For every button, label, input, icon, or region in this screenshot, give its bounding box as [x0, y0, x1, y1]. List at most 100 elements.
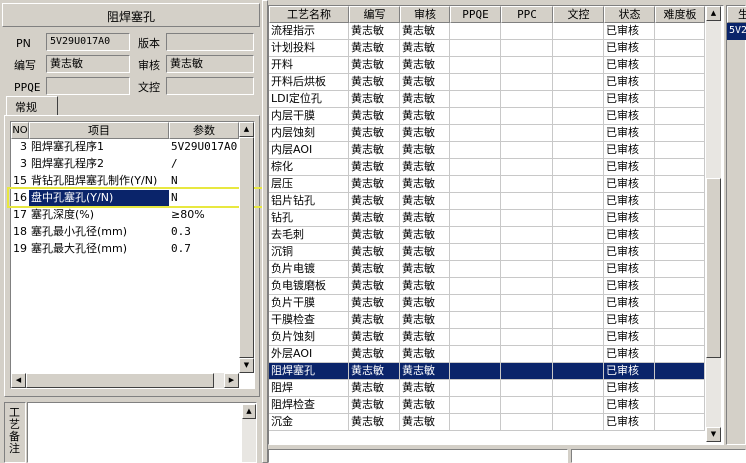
- process-vscroll-thumb[interactable]: [706, 178, 721, 358]
- remark-label-box: 工艺备注: [4, 402, 26, 463]
- table-row[interactable]: 阻焊检查 黄志敏 黄志敏 已审核: [269, 397, 705, 414]
- table-row[interactable]: 内层蚀刻 黄志敏 黄志敏 已审核: [269, 125, 705, 142]
- col-editor[interactable]: 编写: [349, 6, 400, 23]
- scroll-down-icon[interactable]: ▼: [706, 427, 721, 442]
- remark-textarea[interactable]: [27, 402, 257, 463]
- table-row[interactable]: 层压 黄志敏 黄志敏 已审核: [269, 176, 705, 193]
- table-row[interactable]: LDI定位孔 黄志敏 黄志敏 已审核: [269, 91, 705, 108]
- table-row[interactable]: 内层干膜 黄志敏 黄志敏 已审核: [269, 108, 705, 125]
- table-row[interactable]: 阻焊 黄志敏 黄志敏 已审核: [269, 380, 705, 397]
- cell-difficulty: [655, 380, 705, 397]
- param-value: 0.7: [171, 242, 191, 255]
- cell-editor: 黄志敏: [349, 363, 400, 380]
- table-row[interactable]: 沉金 黄志敏 黄志敏 已审核: [269, 414, 705, 431]
- col-status[interactable]: 状态: [604, 6, 655, 23]
- table-row[interactable]: 3 阻焊塞孔程序2 /: [11, 156, 239, 173]
- pn-field[interactable]: 5V29U017A0: [46, 33, 130, 51]
- table-row[interactable]: 计划投料 黄志敏 黄志敏 已审核: [269, 40, 705, 57]
- col-process-name[interactable]: 工艺名称: [269, 6, 349, 23]
- param-no: 3: [20, 140, 27, 153]
- cell-reviewer: 黄志敏: [400, 74, 450, 91]
- cell-ppc: [501, 261, 553, 278]
- table-row[interactable]: 17 塞孔深度(%) ≥80%: [11, 207, 239, 224]
- left-panel: 阻焊塞孔 PN 5V29U017A0 版本 编写 黄志敏 审核 黄志敏 PPQE…: [0, 0, 277, 463]
- col-reviewer[interactable]: 审核: [400, 6, 450, 23]
- scroll-up-icon[interactable]: ▲: [706, 6, 721, 21]
- editor-field[interactable]: 黄志敏: [46, 55, 130, 73]
- table-row[interactable]: 负片蚀刻 黄志敏 黄志敏 已审核: [269, 329, 705, 346]
- param-hscroll-thumb[interactable]: [26, 373, 214, 388]
- table-row[interactable]: 去毛刺 黄志敏 黄志敏 已审核: [269, 227, 705, 244]
- scroll-up-icon[interactable]: ▲: [242, 404, 256, 419]
- cell-editor: 黄志敏: [349, 74, 400, 91]
- cell-process-name: 铝片钻孔: [269, 193, 349, 210]
- table-row[interactable]: 18 塞孔最小孔径(mm) 0.3: [11, 224, 239, 241]
- table-row[interactable]: 内层AOI 黄志敏 黄志敏 已审核: [269, 142, 705, 159]
- cell-ppqe: [450, 397, 501, 414]
- param-col-item[interactable]: 项目: [29, 122, 169, 139]
- cell-ppqe: [450, 91, 501, 108]
- bottom-input-left[interactable]: [268, 449, 568, 463]
- editor-label: 编写: [14, 59, 36, 72]
- scroll-right-icon[interactable]: ▶: [224, 373, 239, 388]
- table-row[interactable]: 开料 黄志敏 黄志敏 已审核: [269, 57, 705, 74]
- bottom-input-right[interactable]: [571, 449, 746, 463]
- cell-ppqe: [450, 346, 501, 363]
- table-row[interactable]: 3 阻焊塞孔程序1 5V29U017A0.CV: [11, 139, 239, 156]
- cell-ppqe: [450, 193, 501, 210]
- cell-difficulty: [655, 176, 705, 193]
- cell-doc-control: [553, 40, 604, 57]
- scroll-down-icon[interactable]: ▼: [239, 358, 254, 373]
- cell-doc-control: [553, 363, 604, 380]
- table-row[interactable]: 棕化 黄志敏 黄志敏 已审核: [269, 159, 705, 176]
- table-row[interactable]: 铝片钻孔 黄志敏 黄志敏 已审核: [269, 193, 705, 210]
- cell-ppqe: [450, 329, 501, 346]
- param-item: 阻焊塞孔程序2: [31, 157, 104, 170]
- cell-difficulty: [655, 414, 705, 431]
- cell-ppqe: [450, 380, 501, 397]
- right-edge-header[interactable]: 生: [727, 6, 746, 23]
- table-row[interactable]: 负片电镀 黄志敏 黄志敏 已审核: [269, 261, 705, 278]
- table-row[interactable]: 19 塞孔最大孔径(mm) 0.7: [11, 241, 239, 258]
- ppqe-label: PPQE: [14, 81, 41, 94]
- table-row[interactable]: 流程指示 黄志敏 黄志敏 已审核: [269, 23, 705, 40]
- reviewer-field[interactable]: 黄志敏: [166, 55, 254, 73]
- table-row[interactable]: 负电镀磨板 黄志敏 黄志敏 已审核: [269, 278, 705, 295]
- ppqe-field[interactable]: [46, 77, 130, 95]
- col-ppc[interactable]: PPC: [501, 6, 553, 23]
- col-ppqe[interactable]: PPQE: [450, 6, 501, 23]
- scroll-left-icon[interactable]: ◀: [11, 373, 26, 388]
- table-row-selected[interactable]: 阻焊塞孔 黄志敏 黄志敏 已审核: [269, 363, 705, 380]
- doc-control-field[interactable]: [166, 77, 254, 95]
- cell-status: 已审核: [604, 312, 655, 329]
- cell-status: 已审核: [604, 210, 655, 227]
- param-item: 阻焊塞孔程序1: [31, 140, 104, 153]
- version-field[interactable]: [166, 33, 254, 51]
- cell-status: 已审核: [604, 159, 655, 176]
- scroll-up-icon[interactable]: ▲: [239, 122, 254, 137]
- right-edge-cell[interactable]: 5V2: [727, 23, 746, 40]
- cell-editor: 黄志敏: [349, 397, 400, 414]
- table-row[interactable]: 干膜检查 黄志敏 黄志敏 已审核: [269, 312, 705, 329]
- table-row[interactable]: 负片干膜 黄志敏 黄志敏 已审核: [269, 295, 705, 312]
- cell-process-name: 阻焊检查: [269, 397, 349, 414]
- tab-general[interactable]: 常规: [6, 96, 58, 116]
- param-vscroll-thumb[interactable]: [239, 137, 254, 358]
- cell-reviewer: 黄志敏: [400, 227, 450, 244]
- table-row[interactable]: 开料后烘板 黄志敏 黄志敏 已审核: [269, 74, 705, 91]
- cell-status: 已审核: [604, 40, 655, 57]
- param-col-value[interactable]: 参数: [169, 122, 239, 139]
- col-doc-control[interactable]: 文控: [553, 6, 604, 23]
- table-row[interactable]: 钻孔 黄志敏 黄志敏 已审核: [269, 210, 705, 227]
- cell-editor: 黄志敏: [349, 108, 400, 125]
- cell-editor: 黄志敏: [349, 176, 400, 193]
- cell-reviewer: 黄志敏: [400, 278, 450, 295]
- col-difficulty[interactable]: 难度板: [655, 6, 705, 23]
- param-col-no[interactable]: NO: [11, 122, 29, 139]
- cell-reviewer: 黄志敏: [400, 329, 450, 346]
- table-row[interactable]: 沉铜 黄志敏 黄志敏 已审核: [269, 244, 705, 261]
- cell-status: 已审核: [604, 414, 655, 431]
- table-row[interactable]: 外层AOI 黄志敏 黄志敏 已审核: [269, 346, 705, 363]
- cell-process-name: 阻焊: [269, 380, 349, 397]
- param-grid-body: 3 阻焊塞孔程序1 5V29U017A0.CV 3 阻焊塞孔程序2 / 15 背…: [11, 139, 239, 373]
